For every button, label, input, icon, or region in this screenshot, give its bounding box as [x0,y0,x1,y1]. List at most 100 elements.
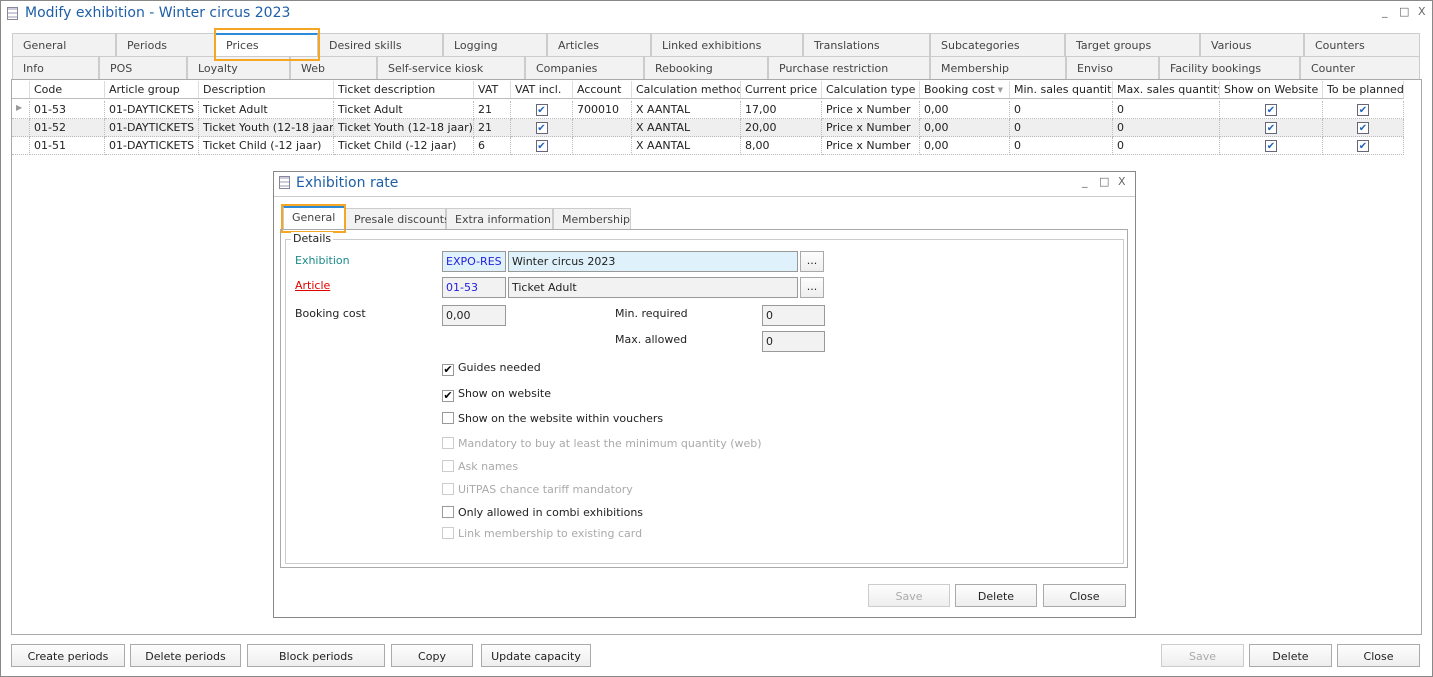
tab-translations[interactable]: Translations [803,33,930,57]
column-header[interactable]: To be planned [1323,81,1404,99]
dialog-tab-membership[interactable]: Membership [553,208,631,230]
column-header[interactable]: Calculation method [632,81,741,99]
checkbox-box [442,460,454,472]
column-header[interactable]: Show on Website [1220,81,1323,99]
tab-logging[interactable]: Logging [443,33,547,57]
tab-subcategories[interactable]: Subcategories [930,33,1065,57]
column-header[interactable]: Calculation type [822,81,920,99]
table-cell-checkbox[interactable]: ✔ [511,101,573,119]
checkbox-box[interactable]: ✔ [442,364,454,376]
article-name-field[interactable]: Ticket Adult [508,277,798,298]
dialog-tab-extra-information[interactable]: Extra information [446,208,553,230]
column-header[interactable]: Account [573,81,632,99]
dialog-maximize-button[interactable]: □ [1099,175,1109,188]
tab-purchase-restriction[interactable]: Purchase restriction [768,56,930,80]
table-cell-checkbox[interactable]: ✔ [1220,101,1323,119]
minimize-button[interactable]: _ [1382,5,1388,18]
checkbox[interactable]: ✔ [1265,122,1277,134]
tab-general[interactable]: General [12,33,116,57]
column-header[interactable]: Code [30,81,105,99]
column-header[interactable]: VAT [474,81,511,99]
column-header[interactable]: Min. sales quantity [1010,81,1113,99]
update-capacity-button[interactable]: Update capacity [481,644,591,667]
checkbox[interactable]: ✔ [535,104,548,116]
save-button[interactable]: Save [1161,644,1244,667]
tab-linked-exhibitions[interactable]: Linked exhibitions [651,33,803,57]
checkbox-box[interactable] [442,412,454,424]
tab-counter[interactable]: Counter [1300,56,1420,80]
tab-loyalty[interactable]: Loyalty [187,56,290,80]
copy-button[interactable]: Copy [391,644,473,667]
tab-articles[interactable]: Articles [547,33,651,57]
row-indicator[interactable] [12,119,30,137]
table-cell-checkbox[interactable]: ✔ [1323,119,1404,137]
column-header[interactable]: Booking cost ▼ [920,81,1010,99]
tab-facility-bookings[interactable]: Facility bookings [1159,56,1300,80]
exhibition-code-field[interactable]: EXPO-RES [442,251,506,272]
column-header[interactable]: Article group [105,81,199,99]
max-allowed-field[interactable]: 0 [762,331,825,352]
column-header[interactable]: Current price [741,81,822,99]
tab-prices[interactable]: Prices [215,33,318,58]
table-cell-checkbox[interactable]: ✔ [511,137,573,155]
table-cell-checkbox[interactable]: ✔ [1323,137,1404,155]
column-header[interactable]: Max. sales quantity [1113,81,1220,99]
tab-pos[interactable]: POS [99,56,187,80]
tab-periods[interactable]: Periods [116,33,215,57]
column-header[interactable]: VAT incl. [511,81,573,99]
tab-rebooking[interactable]: Rebooking [644,56,768,80]
article-link[interactable]: Article [295,279,330,292]
checkbox-box[interactable]: ✔ [442,390,454,402]
table-cell-checkbox[interactable]: ✔ [1220,137,1323,155]
table-cell-checkbox[interactable]: ✔ [1323,101,1404,119]
checkbox[interactable]: ✔ [1357,140,1369,152]
maximize-button[interactable]: □ [1399,5,1409,18]
table-cell-checkbox[interactable]: ✔ [511,119,573,137]
checkbox-only-allowed-in-combi-exhibitions[interactable]: Only allowed in combi exhibitions [442,506,643,519]
delete-button[interactable]: Delete [1249,644,1332,667]
column-header[interactable]: Ticket description [334,81,474,99]
exhibition-browse-button[interactable]: ... [800,251,824,272]
checkbox[interactable]: ✔ [535,122,548,134]
column-header[interactable]: Description [199,81,334,99]
tab-counters[interactable]: Counters [1304,33,1420,57]
checkbox-box[interactable] [442,506,454,518]
tab-self-service-kiosk[interactable]: Self-service kiosk [377,56,525,80]
article-code-field[interactable]: 01-53 [442,277,506,298]
article-browse-button[interactable]: ... [800,277,824,298]
dialog-close-action-button[interactable]: Close [1043,584,1126,607]
tab-target-groups[interactable]: Target groups [1065,33,1200,57]
checkbox-show-on-website[interactable]: ✔ Show on website [442,387,551,402]
tab-desired-skills[interactable]: Desired skills [318,33,443,57]
tab-companies[interactable]: Companies [525,56,644,80]
checkbox[interactable]: ✔ [1265,140,1277,152]
tab-enviso[interactable]: Enviso [1066,56,1159,80]
checkbox-show-on-the-website-within-vouchers[interactable]: Show on the website within vouchers [442,412,663,425]
dialog-save-button[interactable]: Save [868,584,950,607]
checkbox[interactable]: ✔ [1357,122,1369,134]
checkbox[interactable]: ✔ [1357,104,1369,116]
dialog-delete-button[interactable]: Delete [955,584,1037,607]
dialog-minimize-button[interactable]: _ [1082,175,1088,188]
booking-cost-field[interactable]: 0,00 [442,305,506,326]
checkbox[interactable]: ✔ [1265,104,1277,116]
min-required-field[interactable]: 0 [762,305,825,326]
exhibition-name-field[interactable]: Winter circus 2023 [508,251,798,272]
delete-periods-button[interactable]: Delete periods [130,644,241,667]
tab-membership[interactable]: Membership [930,56,1066,80]
close-button[interactable]: Close [1337,644,1420,667]
table-cell-checkbox[interactable]: ✔ [1220,119,1323,137]
create-periods-button[interactable]: Create periods [11,644,125,667]
block-periods-button[interactable]: Block periods [247,644,385,667]
tab-various[interactable]: Various [1200,33,1304,57]
checkbox[interactable]: ✔ [535,140,548,152]
dialog-close-button[interactable]: X [1118,175,1126,188]
row-indicator[interactable]: ▶ [12,101,30,119]
row-indicator[interactable] [12,137,30,155]
tab-web[interactable]: Web [290,56,377,80]
tab-info[interactable]: Info [12,56,99,80]
close-window-button[interactable]: X [1418,5,1426,18]
checkbox-guides-needed[interactable]: ✔ Guides needed [442,361,541,376]
dialog-tab-presale-discounts[interactable]: Presale discounts [345,208,450,230]
dialog-tab-general[interactable]: General [283,206,345,230]
